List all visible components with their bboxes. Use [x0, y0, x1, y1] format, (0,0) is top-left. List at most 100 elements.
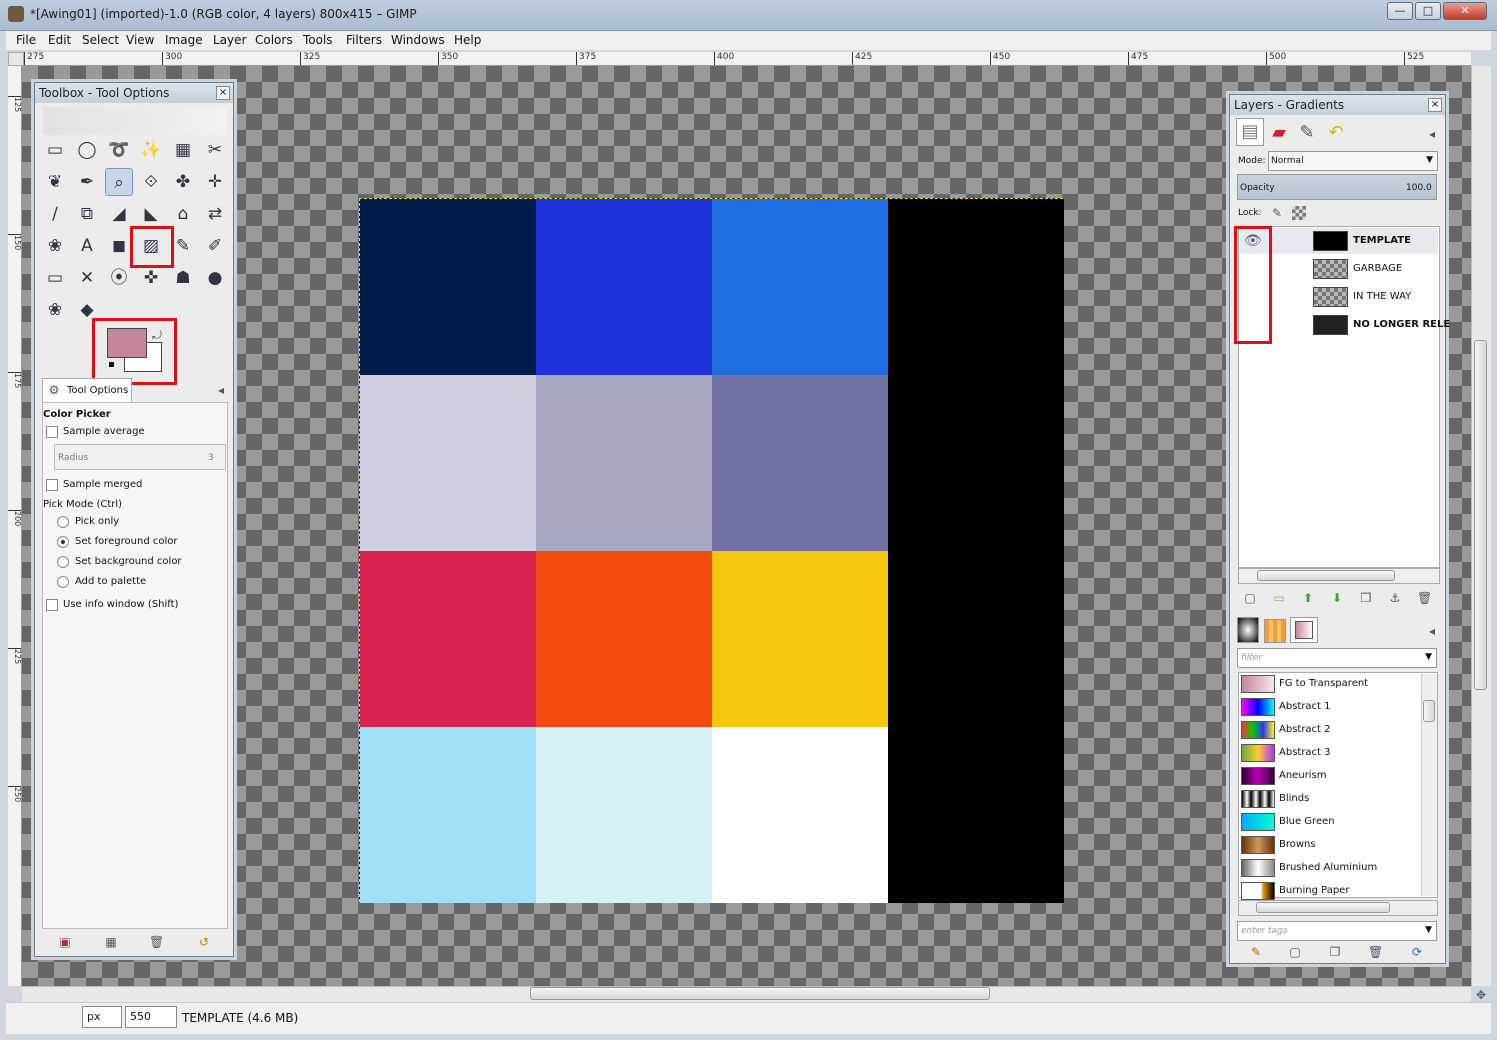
menu-edit[interactable]: Edit — [48, 33, 71, 47]
delete-gradient-icon[interactable]: 🗑 — [1368, 945, 1383, 959]
gradients-vscroll-thumb[interactable] — [1423, 700, 1435, 722]
edit-gradient-icon[interactable]: ✎ — [1249, 945, 1263, 959]
tool-icon[interactable]: A — [73, 232, 101, 260]
tool-icon[interactable]: ✤ — [169, 168, 197, 196]
duplicate-layer-icon[interactable]: ❐ — [1359, 591, 1373, 605]
horizontal-scroll-thumb[interactable] — [530, 987, 990, 1000]
tab-paths[interactable]: ✎ — [1294, 120, 1320, 146]
tab-undo[interactable]: ↶ — [1323, 120, 1349, 146]
new-layer-group-icon[interactable]: ▭ — [1272, 591, 1286, 605]
layers-hscroll-thumb[interactable] — [1257, 570, 1395, 581]
navigate-icon[interactable]: ✥ — [1474, 988, 1488, 1002]
menu-image[interactable]: Image — [165, 33, 203, 47]
tool-icon[interactable]: ✕ — [73, 264, 101, 292]
tab-brushes[interactable] — [1237, 617, 1259, 643]
new-layer-icon[interactable]: ▢ — [1243, 591, 1257, 605]
tool-icon[interactable]: ⧉ — [73, 200, 101, 228]
reset-options-icon[interactable]: ↺ — [197, 935, 211, 949]
layers-close-button[interactable]: × — [1428, 98, 1442, 112]
unit-select[interactable]: px — [82, 1006, 122, 1028]
refresh-gradients-icon[interactable]: ⟳ — [1410, 945, 1424, 959]
tool-icon[interactable]: ❀ — [41, 232, 69, 260]
delete-layer-icon[interactable]: 🗑 — [1417, 591, 1432, 605]
ruler-corner-button[interactable] — [8, 52, 24, 66]
filter-input[interactable]: filter ▼ — [1237, 648, 1437, 668]
radio-set-background[interactable] — [57, 556, 69, 568]
close-button[interactable]: ✕ — [1443, 2, 1487, 20]
tool-icon[interactable]: ❦ — [41, 168, 69, 196]
sample-average-checkbox[interactable] — [46, 426, 58, 438]
menu-file[interactable]: File — [16, 33, 36, 47]
tool-icon[interactable]: ⦿ — [105, 264, 133, 292]
use-info-window-checkbox[interactable] — [46, 599, 58, 611]
gradient-item[interactable]: Blue Green — [1240, 811, 1420, 833]
gradients-tab-menu-icon[interactable]: ◂ — [1425, 624, 1439, 638]
menu-filters[interactable]: Filters — [346, 33, 382, 47]
tool-icon[interactable]: ➰ — [105, 136, 133, 164]
radio-set-foreground[interactable] — [57, 536, 69, 548]
tab-patterns[interactable] — [1264, 619, 1286, 643]
gradient-item[interactable]: Browns — [1240, 834, 1420, 856]
minimize-button[interactable]: — — [1387, 2, 1413, 20]
anchor-layer-icon[interactable]: ⚓ — [1388, 591, 1402, 605]
tool-icon[interactable]: ◢ — [105, 200, 133, 228]
tags-input[interactable]: enter tags ▼ — [1237, 921, 1437, 941]
tool-icon[interactable]: ▭ — [41, 136, 69, 164]
tool-icon[interactable]: ⇄ — [201, 200, 229, 228]
gradient-item[interactable]: FG to Transparent — [1240, 673, 1420, 695]
tool-icon[interactable]: ◼ — [105, 232, 133, 260]
radio-pick-only[interactable] — [57, 516, 69, 528]
tool-icon[interactable]: ❀ — [41, 296, 69, 324]
radio-add-to-palette[interactable] — [57, 576, 69, 588]
gradient-item[interactable]: Abstract 1 — [1240, 696, 1420, 718]
tool-icon[interactable]: ✛ — [201, 168, 229, 196]
tool-icon[interactable]: ● — [201, 264, 229, 292]
new-gradient-icon[interactable]: ▢ — [1288, 945, 1302, 959]
maximize-button[interactable]: □ — [1415, 2, 1441, 20]
tool-icon[interactable]: ⌂ — [169, 200, 197, 228]
gradients-hscroll-thumb[interactable] — [1256, 902, 1390, 913]
gradient-item[interactable]: Burning Paper — [1240, 880, 1420, 902]
lock-pixels-icon[interactable]: ✎ — [1270, 206, 1284, 220]
gradient-item[interactable]: Abstract 2 — [1240, 719, 1420, 741]
menu-tools[interactable]: Tools — [303, 33, 333, 47]
gradient-item[interactable]: Abstract 3 — [1240, 742, 1420, 764]
tab-channels[interactable]: ▰ — [1266, 120, 1292, 146]
tool-icon[interactable]: ∕ — [41, 200, 69, 228]
restore-options-icon[interactable]: ▦ — [104, 935, 118, 949]
save-options-icon[interactable]: ▣ — [58, 935, 72, 949]
zoom-select[interactable]: 550 — [125, 1006, 177, 1028]
raise-layer-icon[interactable]: ⬆ — [1301, 591, 1315, 605]
tool-icon[interactable]: ⟐ — [137, 168, 165, 196]
duplicate-gradient-icon[interactable]: ❐ — [1328, 945, 1342, 959]
tool-icon[interactable]: ✨ — [137, 136, 165, 164]
gradient-item[interactable]: Aneurism — [1240, 765, 1420, 787]
image-canvas[interactable] — [359, 198, 1064, 903]
tab-menu-icon[interactable]: ◂ — [214, 383, 228, 397]
menu-colors[interactable]: Colors — [255, 33, 293, 47]
gradient-item[interactable]: Blinds — [1240, 788, 1420, 810]
tool-icon[interactable]: ▭ — [41, 264, 69, 292]
tool-icon[interactable]: ✜ — [137, 264, 165, 292]
tool-icon[interactable]: ✒ — [73, 168, 101, 196]
tool-icon[interactable]: ◣ — [137, 200, 165, 228]
tool-icon[interactable]: ▦ — [169, 136, 197, 164]
tool-icon[interactable]: ◯ — [73, 136, 101, 164]
tool-icon[interactable]: ✂ — [201, 136, 229, 164]
toolbox-close-button[interactable]: × — [216, 86, 230, 100]
gradient-item[interactable]: Brushed Aluminium — [1240, 857, 1420, 879]
lower-layer-icon[interactable]: ⬇ — [1330, 591, 1344, 605]
lock-alpha-icon[interactable] — [1292, 206, 1306, 220]
mode-select[interactable]: Normal ▼ — [1268, 151, 1438, 171]
tool-icon[interactable]: ☗ — [169, 264, 197, 292]
delete-options-icon[interactable]: 🗑 — [149, 935, 164, 949]
tab-layers[interactable]: ▤ — [1236, 118, 1264, 146]
tab-gradients[interactable] — [1290, 617, 1318, 643]
opacity-slider[interactable]: Opacity 100.0 — [1237, 174, 1437, 200]
menu-help[interactable]: Help — [454, 33, 481, 47]
layers-tab-menu-icon[interactable]: ◂ — [1425, 127, 1439, 141]
menu-layer[interactable]: Layer — [213, 33, 246, 47]
tool-icon[interactable]: ✐ — [201, 232, 229, 260]
menu-select[interactable]: Select — [82, 33, 119, 47]
radius-slider[interactable]: Radius 3 — [54, 444, 226, 470]
